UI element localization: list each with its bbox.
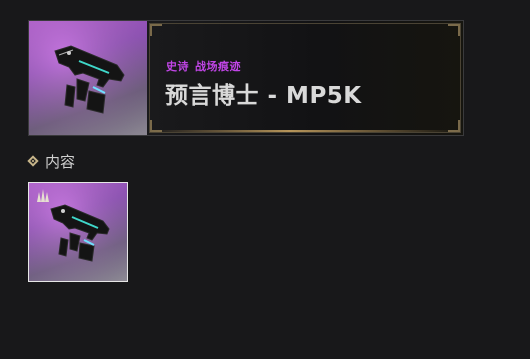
frame-glow <box>150 130 460 132</box>
frame-corner <box>150 24 162 36</box>
item-header-card: 史诗 战场痕迹 预言博士 - MP5K <box>28 20 464 136</box>
item-preview-image <box>29 21 148 135</box>
rarity-line: 史诗 战场痕迹 <box>166 58 241 74</box>
smg-icon <box>29 21 147 135</box>
item-info-panel: 史诗 战场痕迹 预言博士 - MP5K <box>147 21 463 135</box>
info-frame: 史诗 战场痕迹 预言博士 - MP5K <box>149 23 461 133</box>
diamond-bullet-icon <box>27 155 39 167</box>
contents-label: 内容 <box>45 152 76 171</box>
content-item-tile[interactable] <box>28 182 128 282</box>
item-title: 预言博士 - MP5K <box>165 83 362 109</box>
rarity-label: 史诗 <box>166 60 189 73</box>
item-detail-screen: 史诗 战场痕迹 预言博士 - MP5K 内容 <box>0 0 530 359</box>
category-label: 战场痕迹 <box>195 60 241 73</box>
frame-corner <box>448 24 460 36</box>
contents-section-heading: 内容 <box>27 151 75 171</box>
rarity-bars-icon <box>37 189 49 202</box>
